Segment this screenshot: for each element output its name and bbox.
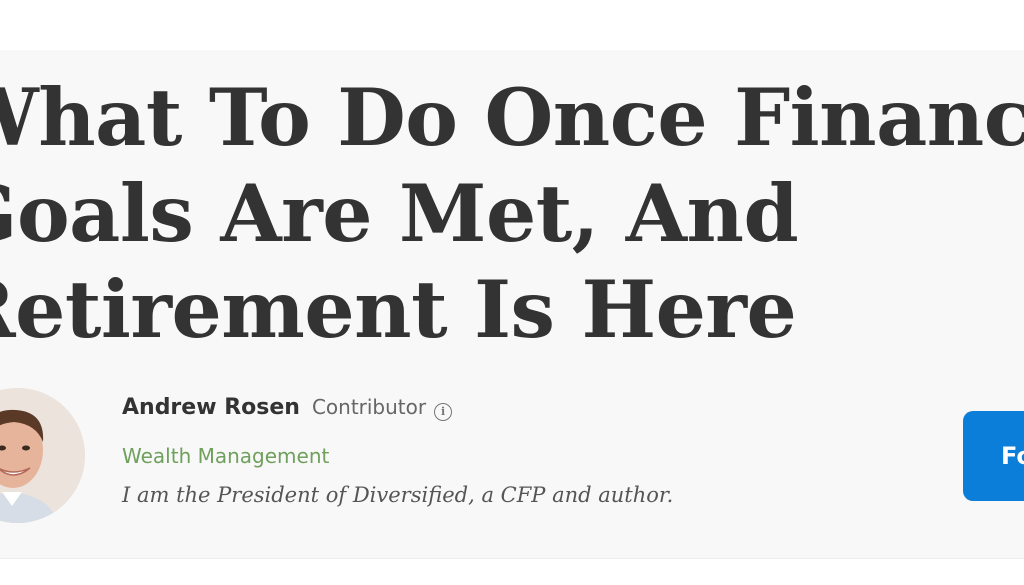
channel-link[interactable]: Wealth Management xyxy=(122,437,673,475)
headline-line-3: Retirement Is Here xyxy=(0,263,797,356)
author-avatar[interactable] xyxy=(0,388,85,523)
author-bio: I am the President of Diversified, a CFP… xyxy=(122,483,674,507)
author-role: Contributor xyxy=(311,395,427,419)
author-photo-icon xyxy=(0,388,85,523)
follow-button[interactable]: Follow xyxy=(963,411,1024,501)
headline-line-1: What To Do Once Financial xyxy=(0,71,1024,164)
author-byline: Andrew Rosen Contributor i Wealth Manage… xyxy=(122,395,673,513)
author-row: Andrew Rosen Contributor i xyxy=(122,395,673,433)
headline-line-2: Goals Are Met, And xyxy=(0,167,799,260)
article-headline: What To Do Once Financial Goals Are Met,… xyxy=(0,70,1024,358)
author-name[interactable]: Andrew Rosen xyxy=(122,395,300,420)
article-header-card: What To Do Once Financial Goals Are Met,… xyxy=(0,50,1024,559)
info-icon[interactable]: i xyxy=(434,402,453,421)
